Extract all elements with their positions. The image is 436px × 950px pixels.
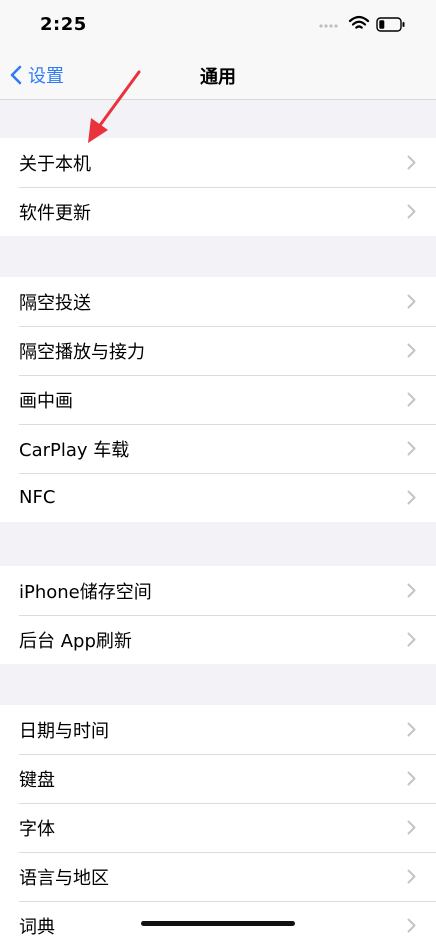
chevron-right-icon [407, 204, 416, 219]
chevron-right-icon [407, 869, 416, 884]
row-picture-in-picture[interactable]: 画中画 [0, 375, 436, 424]
page-title: 通用 [200, 67, 236, 88]
row-software-update[interactable]: 软件更新 [0, 187, 436, 236]
row-label: iPhone储存空间 [19, 581, 152, 603]
status-bar: 2:25 [0, 0, 436, 50]
row-label: 键盘 [19, 769, 55, 791]
chevron-right-icon [407, 343, 416, 358]
row-label: 日期与时间 [19, 720, 109, 742]
battery-icon [376, 17, 405, 32]
chevron-right-icon [407, 820, 416, 835]
row-label: 软件更新 [19, 202, 91, 224]
row-carplay[interactable]: CarPlay 车载 [0, 424, 436, 473]
home-indicator[interactable] [141, 921, 295, 926]
status-icons [318, 14, 414, 34]
settings-group-2: 隔空投送 隔空播放与接力 画中画 CarPlay 车载 NFC [0, 277, 436, 522]
chevron-right-icon [407, 722, 416, 737]
row-about[interactable]: 关于本机 [0, 138, 436, 187]
settings-group-4: 日期与时间 键盘 字体 语言与地区 词典 [0, 705, 436, 950]
settings-group-1: 关于本机 软件更新 [0, 138, 436, 236]
row-iphone-storage[interactable]: iPhone储存空间 [0, 566, 436, 615]
row-date-time[interactable]: 日期与时间 [0, 705, 436, 754]
row-label: 关于本机 [19, 153, 91, 175]
row-label: CarPlay 车载 [19, 439, 130, 461]
chevron-right-icon [407, 583, 416, 598]
row-keyboard[interactable]: 键盘 [0, 754, 436, 803]
row-label: 隔空播放与接力 [19, 341, 145, 363]
chevron-right-icon [407, 441, 416, 456]
row-label: 语言与地区 [19, 867, 109, 889]
row-label: NFC [19, 487, 56, 508]
row-language-region[interactable]: 语言与地区 [0, 852, 436, 901]
chevron-right-icon [407, 918, 416, 933]
status-time: 2:25 [40, 14, 87, 35]
chevron-right-icon [407, 155, 416, 170]
navigation-bar: 设置 通用 [0, 50, 436, 100]
chevron-right-icon [407, 771, 416, 786]
row-label: 画中画 [19, 390, 73, 412]
row-airplay-handoff[interactable]: 隔空播放与接力 [0, 326, 436, 375]
row-label: 隔空投送 [19, 292, 91, 314]
row-fonts[interactable]: 字体 [0, 803, 436, 852]
row-label: 词典 [19, 916, 55, 938]
row-nfc[interactable]: NFC [0, 473, 436, 522]
chevron-right-icon [407, 632, 416, 647]
row-label: 后台 App刷新 [19, 630, 132, 652]
row-label: 字体 [19, 818, 55, 840]
chevron-right-icon [407, 392, 416, 407]
chevron-right-icon [407, 294, 416, 309]
wifi-icon [348, 15, 370, 29]
cellular-signal-icon [319, 24, 338, 28]
row-airdrop[interactable]: 隔空投送 [0, 277, 436, 326]
row-background-app-refresh[interactable]: 后台 App刷新 [0, 615, 436, 664]
settings-group-3: iPhone储存空间 后台 App刷新 [0, 566, 436, 664]
chevron-right-icon [407, 490, 416, 505]
